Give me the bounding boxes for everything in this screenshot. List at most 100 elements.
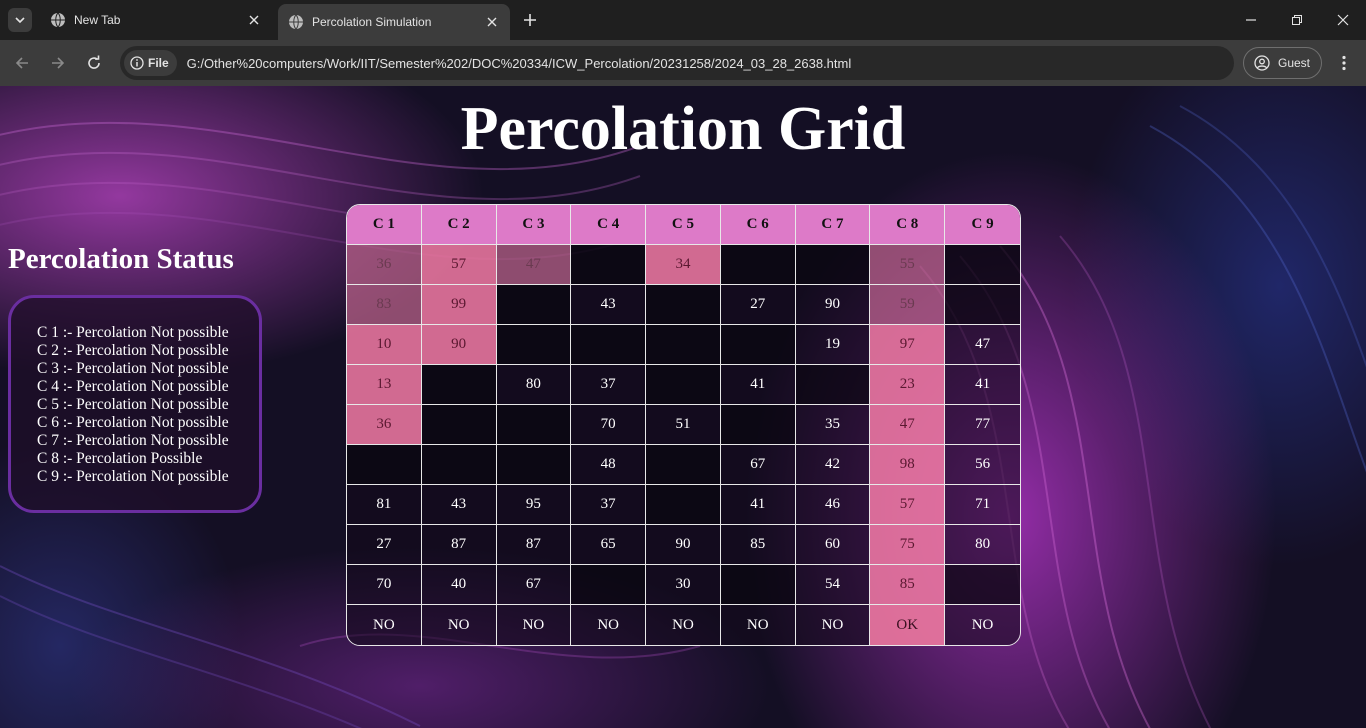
browser-toolbar: File G:/Other%20computers/Work/IIT/Semes… bbox=[0, 40, 1366, 86]
grid-cell: 60 bbox=[795, 525, 871, 565]
grid-cell bbox=[720, 325, 796, 365]
grid-cell: 35 bbox=[795, 405, 871, 445]
grid-cell: 81 bbox=[347, 485, 422, 525]
close-window-button[interactable] bbox=[1320, 0, 1366, 40]
globe-icon bbox=[50, 12, 66, 28]
restore-icon bbox=[1292, 15, 1302, 25]
grid-cell: 23 bbox=[870, 365, 946, 405]
grid-cell: 80 bbox=[496, 365, 572, 405]
browser-menu-button[interactable] bbox=[1332, 51, 1356, 75]
table-row: 36 57 47 34 55 bbox=[347, 245, 1020, 285]
close-tab-icon[interactable] bbox=[484, 14, 500, 30]
grid-cell bbox=[421, 405, 497, 445]
grid-cell bbox=[571, 565, 647, 605]
tab-search-button[interactable] bbox=[8, 8, 32, 32]
site-info-chip[interactable]: File bbox=[124, 50, 177, 76]
grid-cell bbox=[496, 325, 572, 365]
profile-button[interactable]: Guest bbox=[1243, 47, 1322, 79]
status-line-c2: C 2 :- Percolation Not possible bbox=[37, 342, 229, 359]
grid-cell: 57 bbox=[421, 245, 497, 285]
column-header: C 6 bbox=[720, 205, 796, 245]
grid-cell: 87 bbox=[496, 525, 572, 565]
result-cell: NO bbox=[571, 605, 647, 645]
grid-cell: 65 bbox=[571, 525, 647, 565]
status-line-c5: C 5 :- Percolation Not possible bbox=[37, 396, 229, 413]
grid-cell bbox=[945, 245, 1020, 285]
more-vertical-icon bbox=[1342, 55, 1346, 71]
globe-icon bbox=[288, 14, 304, 30]
result-cell: NO bbox=[421, 605, 497, 645]
arrow-left-icon bbox=[15, 57, 28, 69]
grid-cell: 43 bbox=[571, 285, 647, 325]
column-header: C 7 bbox=[795, 205, 871, 245]
result-row: NO NO NO NO NO NO NO OK NO bbox=[347, 605, 1020, 645]
new-tab-button[interactable] bbox=[520, 10, 540, 30]
result-cell: NO bbox=[945, 605, 1020, 645]
tab-new-tab[interactable]: New Tab bbox=[40, 4, 272, 36]
grid-cell: 59 bbox=[870, 285, 946, 325]
grid-cell: 75 bbox=[870, 525, 946, 565]
tab-strip: New Tab Percolation Simulation bbox=[0, 0, 1366, 40]
forward-button[interactable] bbox=[46, 51, 70, 75]
table-row: 81 43 95 37 41 46 57 71 bbox=[347, 485, 1020, 525]
page-title: Percolation Grid bbox=[460, 95, 906, 163]
grid-cell: 34 bbox=[646, 245, 721, 285]
grid-cell: 54 bbox=[795, 565, 871, 605]
table-row: 27 87 87 65 90 85 60 75 80 bbox=[347, 525, 1020, 565]
grid-cell: 37 bbox=[571, 485, 647, 525]
table-row: 48 67 42 98 56 bbox=[347, 445, 1020, 485]
grid-cell bbox=[421, 445, 497, 485]
minimize-icon bbox=[1246, 19, 1256, 21]
grid-cell: 98 bbox=[870, 445, 946, 485]
grid-cell bbox=[795, 365, 871, 405]
grid-header-row: C 1 C 2 C 3 C 4 C 5 C 6 C 7 C 8 C 9 bbox=[347, 205, 1020, 245]
status-line-c9: C 9 :- Percolation Not possible bbox=[37, 468, 229, 485]
grid-cell: 99 bbox=[421, 285, 497, 325]
restore-button[interactable] bbox=[1274, 0, 1320, 40]
grid-cell: 36 bbox=[347, 405, 422, 445]
status-line-c4: C 4 :- Percolation Not possible bbox=[37, 378, 229, 395]
reload-icon bbox=[88, 55, 100, 69]
grid-cell: 40 bbox=[421, 565, 497, 605]
result-cell: NO bbox=[795, 605, 871, 645]
grid-cell: 55 bbox=[870, 245, 946, 285]
grid-cell bbox=[646, 285, 721, 325]
minimize-button[interactable] bbox=[1228, 0, 1274, 40]
back-button[interactable] bbox=[10, 51, 34, 75]
plus-icon bbox=[524, 14, 536, 26]
result-cell: NO bbox=[720, 605, 796, 645]
close-tab-icon[interactable] bbox=[246, 12, 262, 28]
grid-cell: 13 bbox=[347, 365, 422, 405]
grid-cell: 37 bbox=[571, 365, 647, 405]
status-line-c6: C 6 :- Percolation Not possible bbox=[37, 414, 229, 431]
url-text[interactable]: G:/Other%20computers/Work/IIT/Semester%2… bbox=[187, 56, 852, 71]
grid-cell: 41 bbox=[720, 365, 796, 405]
grid-cell: 85 bbox=[870, 565, 946, 605]
grid-cell: 90 bbox=[795, 285, 871, 325]
grid-cell bbox=[646, 325, 721, 365]
grid-cell: 67 bbox=[496, 565, 572, 605]
percolation-status-panel: C 1 :- Percolation Not possible C 2 :- P… bbox=[8, 295, 262, 513]
grid-cell bbox=[945, 565, 1020, 605]
reload-button[interactable] bbox=[82, 51, 106, 75]
grid-cell: 41 bbox=[945, 365, 1020, 405]
table-row: 70 40 67 30 54 85 bbox=[347, 565, 1020, 605]
column-header: C 5 bbox=[646, 205, 721, 245]
grid-cell bbox=[347, 445, 422, 485]
address-bar[interactable]: File G:/Other%20computers/Work/IIT/Semes… bbox=[120, 46, 1234, 80]
tab-title: New Tab bbox=[74, 13, 121, 27]
grid-cell bbox=[496, 445, 572, 485]
table-row: 36 70 51 35 47 77 bbox=[347, 405, 1020, 445]
grid-cell: 30 bbox=[646, 565, 721, 605]
grid-cell: 67 bbox=[720, 445, 796, 485]
grid-cell: 97 bbox=[870, 325, 946, 365]
column-header: C 8 bbox=[870, 205, 946, 245]
arrow-right-icon bbox=[52, 57, 65, 69]
tab-percolation-simulation[interactable]: Percolation Simulation bbox=[278, 4, 510, 40]
status-line-c8: C 8 :- Percolation Possible bbox=[37, 450, 203, 467]
result-cell: NO bbox=[496, 605, 572, 645]
grid-cell: 90 bbox=[421, 325, 497, 365]
tab-title: Percolation Simulation bbox=[312, 15, 432, 29]
grid-cell: 46 bbox=[795, 485, 871, 525]
result-cell: NO bbox=[347, 605, 422, 645]
